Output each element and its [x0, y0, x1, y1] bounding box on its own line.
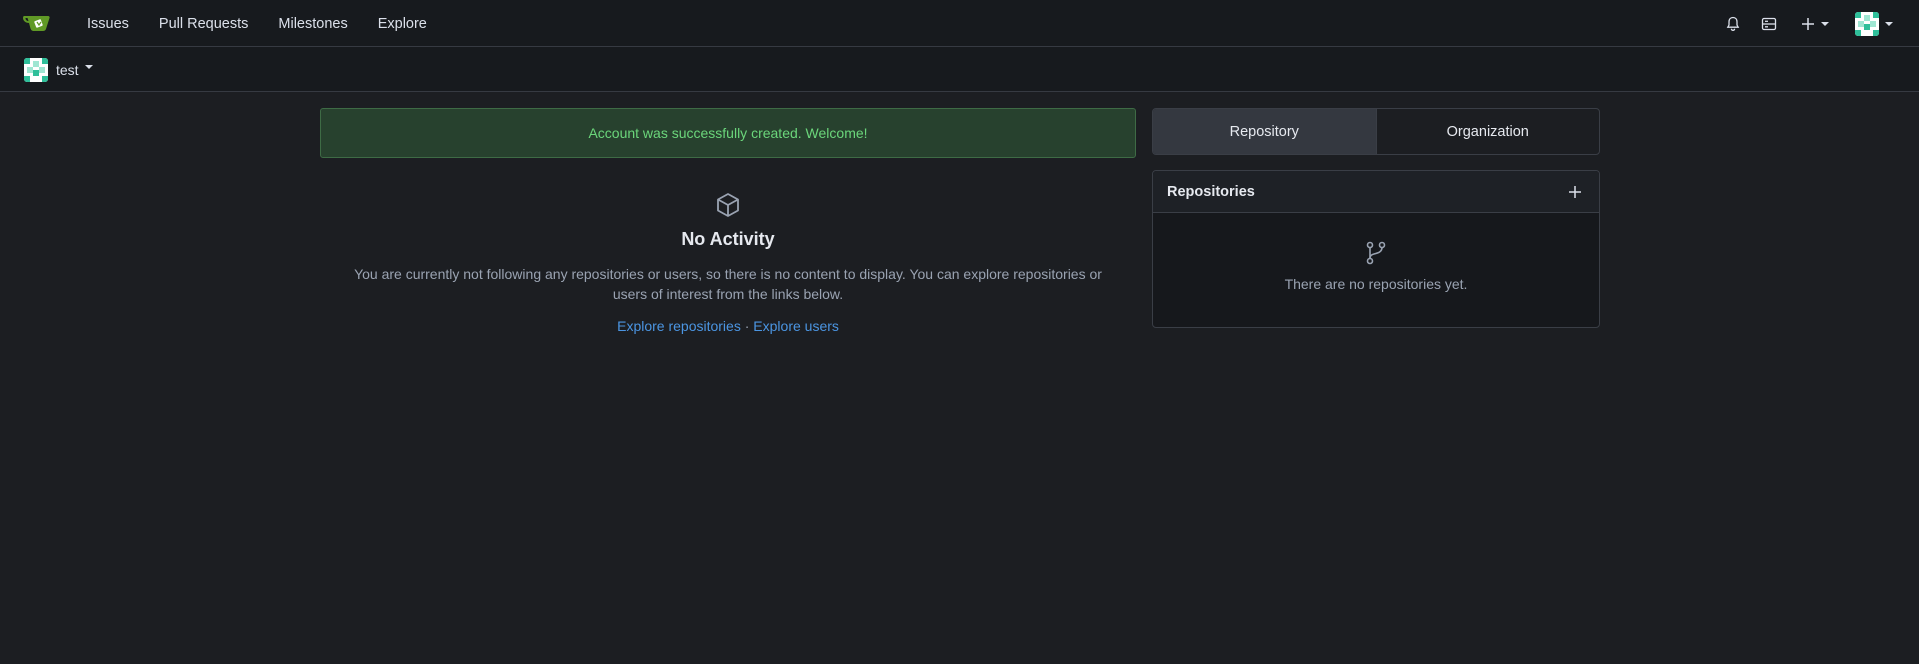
add-repository-button[interactable]: [1565, 182, 1585, 202]
nav-issues[interactable]: Issues: [72, 16, 144, 32]
tab-organization[interactable]: Organization: [1377, 109, 1600, 154]
no-activity-title: No Activity: [681, 229, 775, 249]
chevron-down-icon: [84, 65, 93, 69]
dashboard-tabs: Repository Organization: [1152, 108, 1600, 155]
avatar: [1855, 11, 1879, 36]
create-new-dropdown[interactable]: [1791, 9, 1839, 39]
bell-icon: [1726, 16, 1740, 31]
nav-milestones[interactable]: Milestones: [263, 16, 362, 32]
plus-icon: [1802, 17, 1814, 30]
chevron-down-icon: [1885, 21, 1893, 26]
chevron-down-icon: [1821, 21, 1829, 26]
context-avatar: [24, 58, 48, 82]
explore-repositories-link[interactable]: Explore repositories: [617, 318, 741, 334]
no-activity-description: You are currently not following any repo…: [354, 266, 1102, 302]
dashboard-context-bar: test: [0, 47, 1919, 92]
repositories-header: Repositories: [1153, 171, 1599, 213]
stopwatch-button[interactable]: [1751, 9, 1787, 39]
success-flash-message: Account was successfully created. Welcom…: [320, 108, 1136, 158]
explore-users-link[interactable]: Explore users: [753, 318, 839, 334]
repositories-title: Repositories: [1167, 183, 1255, 200]
link-separator: ·: [744, 318, 750, 334]
plus-icon: [1569, 185, 1581, 198]
notifications-button[interactable]: [1715, 9, 1751, 39]
gitea-logo-icon[interactable]: [22, 12, 52, 34]
repo-fork-icon: [1366, 241, 1386, 265]
nav-explore[interactable]: Explore: [363, 16, 442, 32]
nav-pull-requests[interactable]: Pull Requests: [144, 16, 263, 32]
tab-repository[interactable]: Repository: [1153, 109, 1377, 154]
context-switcher[interactable]: test: [24, 58, 93, 82]
repositories-panel: Repositories There are no repositories y…: [1152, 170, 1600, 328]
no-repositories-message: There are no repositories yet.: [1284, 276, 1468, 292]
context-name: test: [56, 62, 79, 78]
repositories-empty-state: There are no repositories yet.: [1153, 213, 1599, 292]
activity-feed-empty: No Activity You are currently not follow…: [320, 192, 1136, 334]
package-icon: [717, 193, 739, 217]
user-menu-dropdown[interactable]: [1845, 9, 1903, 39]
explore-links: Explore repositories · Explore users: [320, 318, 1136, 334]
server-icon: [1761, 17, 1777, 30]
top-navbar: Issues Pull Requests Milestones Explore: [0, 0, 1919, 47]
